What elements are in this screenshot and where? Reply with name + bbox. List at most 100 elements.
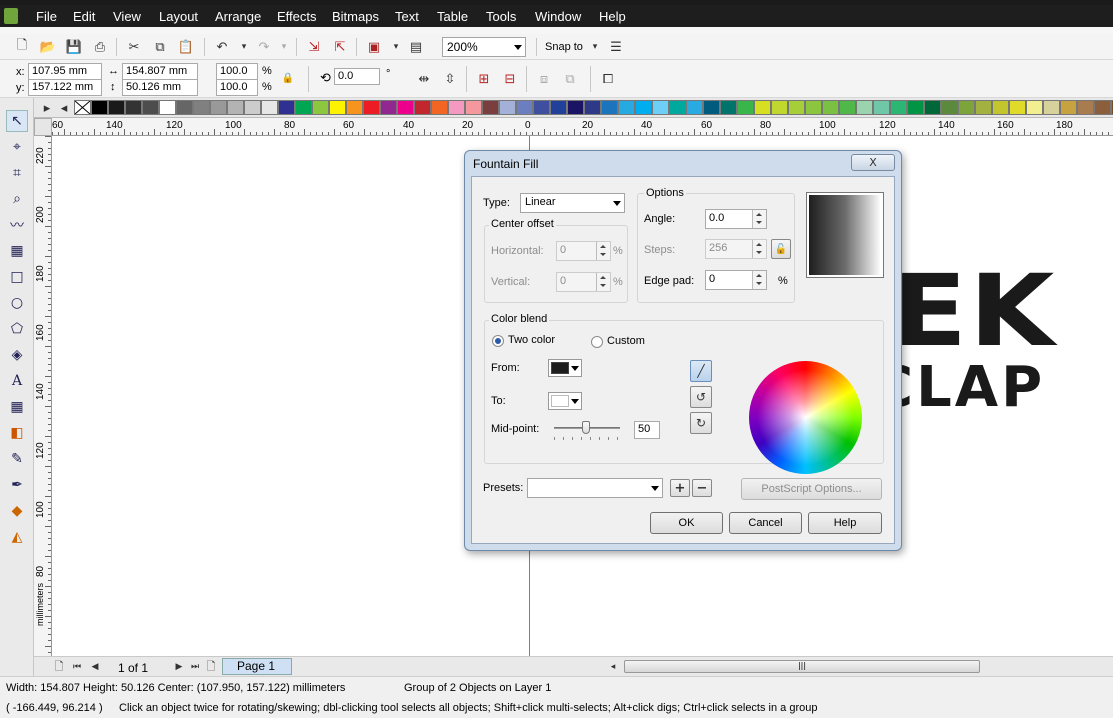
- steps-spinner[interactable]: 256: [705, 239, 767, 259]
- undo-icon[interactable]: ↶: [212, 37, 232, 57]
- palette-swatch[interactable]: [856, 100, 873, 115]
- menu-effects[interactable]: Effects: [277, 9, 317, 24]
- combine-icon[interactable]: ⧈: [534, 69, 554, 89]
- palette-swatch[interactable]: [754, 100, 771, 115]
- palette-left-icon[interactable]: ◂: [56, 98, 72, 118]
- palette-swatch[interactable]: [295, 100, 312, 115]
- cut-icon[interactable]: ✂: [124, 37, 144, 57]
- color-wheel[interactable]: [749, 361, 862, 474]
- steps-lock-icon[interactable]: 🔓: [771, 239, 791, 259]
- open-folder-icon[interactable]: 📂: [38, 37, 58, 57]
- palette-swatch[interactable]: [465, 100, 482, 115]
- palette-swatch[interactable]: [125, 100, 142, 115]
- scroll-left-icon[interactable]: ◂: [606, 657, 620, 677]
- help-button[interactable]: Help: [808, 512, 882, 534]
- palette-swatch[interactable]: [907, 100, 924, 115]
- fill-tool-icon[interactable]: ◆: [6, 500, 28, 522]
- palette-swatch[interactable]: [618, 100, 635, 115]
- palette-swatch[interactable]: [516, 100, 533, 115]
- palette-swatch[interactable]: [992, 100, 1009, 115]
- custom-radio[interactable]: [591, 336, 603, 348]
- palette-swatch[interactable]: [567, 100, 584, 115]
- launcher-dropdown-icon[interactable]: ▾: [386, 37, 406, 57]
- mirror-vertical-icon[interactable]: ⇳: [440, 69, 460, 89]
- lock-ratio-icon[interactable]: 🔒: [278, 68, 298, 88]
- freehand-tool-icon[interactable]: 〰: [6, 214, 28, 236]
- postscript-options-button[interactable]: PostScript Options...: [741, 478, 882, 500]
- redo-dropdown-icon[interactable]: ▾: [274, 37, 294, 57]
- undo-dropdown-icon[interactable]: ▾: [234, 37, 254, 57]
- angle-spinner[interactable]: 0.0: [705, 209, 767, 229]
- add-preset-icon[interactable]: +: [670, 479, 690, 497]
- palette-swatch[interactable]: [686, 100, 703, 115]
- spinner-arrows-icon[interactable]: [752, 240, 766, 258]
- no-color-swatch[interactable]: [74, 100, 91, 115]
- type-select[interactable]: Linear: [520, 193, 625, 213]
- print-icon[interactable]: ⎙: [90, 37, 110, 57]
- palette-swatch[interactable]: [890, 100, 907, 115]
- y-position-field[interactable]: 157.122 mm: [28, 79, 102, 96]
- vertical-spinner[interactable]: 0: [556, 272, 611, 292]
- palette-swatch[interactable]: [1043, 100, 1060, 115]
- palette-swatch[interactable]: [822, 100, 839, 115]
- crop-tool-icon[interactable]: ⌗: [6, 162, 28, 184]
- palette-swatch[interactable]: [227, 100, 244, 115]
- pick-tool-icon[interactable]: ↖: [6, 110, 28, 132]
- menu-help[interactable]: Help: [599, 9, 626, 24]
- shape-tool-icon[interactable]: ⌖: [6, 136, 28, 158]
- palette-swatch[interactable]: [975, 100, 992, 115]
- mirror-horizontal-icon[interactable]: ⇹: [414, 69, 434, 89]
- palette-swatch[interactable]: [176, 100, 193, 115]
- eyedropper-tool-icon[interactable]: ✎: [6, 448, 28, 470]
- welcome-screen-icon[interactable]: ▤: [406, 37, 426, 57]
- first-page-icon[interactable]: ⏮: [70, 657, 84, 677]
- smart-fill-icon[interactable]: ▦: [6, 240, 28, 262]
- menu-text[interactable]: Text: [395, 9, 419, 24]
- palette-swatch[interactable]: [720, 100, 737, 115]
- app-icon[interactable]: [4, 8, 18, 24]
- palette-swatch[interactable]: [193, 100, 210, 115]
- height-field[interactable]: 50.126 mm: [122, 79, 198, 96]
- add-page-after-icon[interactable]: 🗋: [204, 657, 218, 677]
- to-front-icon[interactable]: ⧠: [598, 69, 618, 89]
- spinner-arrows-icon[interactable]: [596, 242, 610, 260]
- palette-swatch[interactable]: [788, 100, 805, 115]
- palette-swatch[interactable]: [108, 100, 125, 115]
- scale-y-field[interactable]: 100.0: [216, 79, 258, 96]
- menu-window[interactable]: Window: [535, 9, 581, 24]
- application-launcher-icon[interactable]: ▣: [364, 37, 384, 57]
- zoom-combo[interactable]: 200%: [442, 37, 526, 57]
- scroll-thumb[interactable]: |||: [624, 660, 980, 673]
- edge-pad-spinner[interactable]: 0: [705, 270, 767, 290]
- palette-scroll-icon[interactable]: ▸: [38, 98, 56, 118]
- to-color-button[interactable]: [548, 392, 582, 410]
- snap-dropdown-icon[interactable]: ▾: [585, 37, 605, 57]
- palette-swatch[interactable]: [941, 100, 958, 115]
- text-tool-icon[interactable]: A: [6, 370, 28, 392]
- clockwise-blend-icon[interactable]: ↻: [690, 412, 712, 434]
- palette-swatch[interactable]: [805, 100, 822, 115]
- palette-swatch[interactable]: [601, 100, 618, 115]
- palette-swatch[interactable]: [1060, 100, 1077, 115]
- menu-layout[interactable]: Layout: [159, 9, 198, 24]
- next-page-icon[interactable]: ▶: [172, 657, 186, 677]
- direct-blend-icon[interactable]: ╱: [690, 360, 712, 382]
- width-field[interactable]: 154.807 mm: [122, 63, 198, 80]
- menu-bitmaps[interactable]: Bitmaps: [332, 9, 379, 24]
- x-position-field[interactable]: 107.95 mm: [28, 63, 102, 80]
- palette-swatch[interactable]: [363, 100, 380, 115]
- palette-swatch[interactable]: [771, 100, 788, 115]
- rotation-field[interactable]: 0.0: [334, 68, 380, 85]
- midpoint-slider-thumb[interactable]: [582, 421, 590, 434]
- palette-swatch[interactable]: [499, 100, 516, 115]
- redo-icon[interactable]: ↷: [254, 37, 274, 57]
- palette-swatch[interactable]: [958, 100, 975, 115]
- palette-swatch[interactable]: [839, 100, 856, 115]
- artwork-line1[interactable]: EK: [892, 262, 1092, 361]
- cancel-button[interactable]: Cancel: [729, 512, 802, 534]
- spinner-arrows-icon[interactable]: [752, 271, 766, 289]
- blend-tool-icon[interactable]: ◧: [6, 422, 28, 444]
- palette-swatch[interactable]: [329, 100, 346, 115]
- remove-preset-icon[interactable]: −: [692, 479, 712, 497]
- import-icon[interactable]: ⇲: [304, 37, 324, 57]
